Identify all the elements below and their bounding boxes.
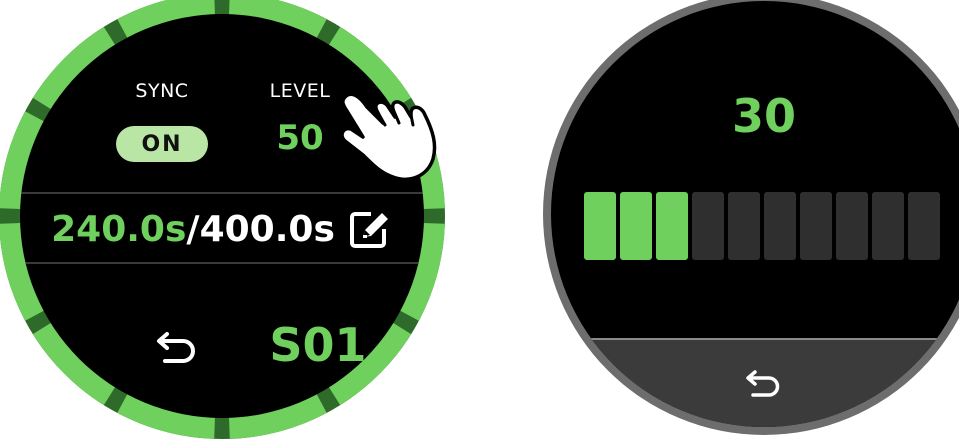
scene-label[interactable]: S01 [269,318,366,372]
divider [20,262,424,264]
left-dial-face: SYNC LEVEL ON 50 240.0s/400.0s S01 [20,14,424,418]
divider [551,338,959,340]
level-bar [836,192,868,260]
right-dial-face: 30 [551,1,959,427]
level-bar [620,192,652,260]
level-bar [908,192,940,260]
divider [20,192,424,194]
sync-toggle[interactable]: ON [116,126,208,162]
level-bar [800,192,832,260]
time-elapsed: 240.0s [51,208,187,250]
level-readout: 30 [731,89,797,143]
time-separator: / [186,208,200,250]
level-bar [692,192,724,260]
level-bar [872,192,904,260]
time-display: 240.0s/400.0s [20,202,424,256]
level-bar [728,192,760,260]
level-bar [584,192,616,260]
pointing-hand-icon [340,92,437,181]
level-bar [764,192,796,260]
sync-label: SYNC [135,80,189,102]
level-meter[interactable] [584,192,940,260]
level-bar [656,192,688,260]
edit-icon[interactable] [349,207,393,251]
return-arrow-icon[interactable] [153,326,203,366]
left-control-dial: SYNC LEVEL ON 50 240.0s/400.0s S01 [0,0,445,439]
return-arrow-icon[interactable] [744,367,784,401]
right-level-dial: 30 [543,0,959,435]
time-total: 400.0s [199,208,335,250]
level-label: LEVEL [269,80,331,102]
level-value[interactable]: 50 [276,118,323,158]
